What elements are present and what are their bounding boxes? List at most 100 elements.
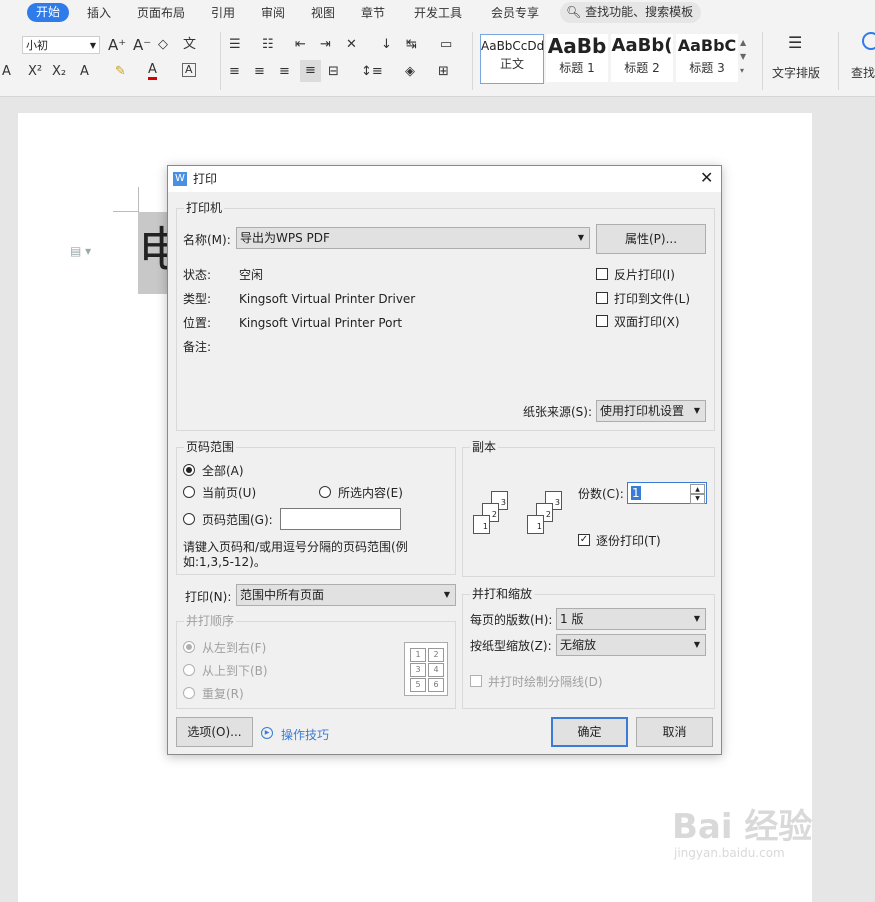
style-preview: AaBbCcDd [481, 39, 543, 53]
reverse-print-label[interactable]: 反片打印(I) [614, 268, 675, 282]
page-range-current-label[interactable]: 当前页(U) [202, 486, 256, 500]
page-corner-mark [138, 187, 139, 211]
print-to-file-checkbox[interactable] [596, 292, 608, 304]
align-right-icon[interactable]: ≡ [279, 63, 290, 81]
paragraph-handle-icon[interactable]: ▤ ▾ [70, 244, 91, 258]
chinese-layout-icon[interactable]: ✕ [346, 36, 357, 54]
text-layout-button[interactable]: 文字排版 [772, 64, 820, 82]
numbered-list-icon[interactable]: ☷ [262, 36, 274, 54]
tab-member[interactable]: 会员专享 [491, 4, 539, 22]
highlight-icon[interactable]: ✎ [115, 63, 126, 81]
tab-insert[interactable]: 插入 [87, 4, 111, 22]
page-range-all-label[interactable]: 全部(A) [202, 464, 244, 478]
paper-source-label: 纸张来源(S): [523, 405, 593, 419]
paper-source-select[interactable]: 使用打印机设置 ▼ [596, 400, 706, 422]
font-color-icon[interactable]: A [148, 63, 157, 80]
borders-icon[interactable]: ⊞ [438, 63, 449, 81]
print-what-select[interactable]: 范围中所有页面 ▼ [236, 584, 456, 606]
scale-value: 无缩放 [560, 638, 597, 652]
spin-down-icon[interactable]: ▼ [690, 493, 705, 504]
style-heading-2[interactable]: AaBb( 标题 2 [611, 34, 673, 82]
ok-button[interactable]: 确定 [551, 717, 628, 747]
order-repeat-radio[interactable] [183, 687, 195, 699]
close-icon[interactable]: ✕ [700, 169, 713, 187]
phonetic-icon[interactable]: 文 [183, 36, 196, 54]
function-search[interactable]: 🔍︎ 查找功能、搜索模板 [560, 2, 702, 23]
clear-format-icon[interactable]: ◇ [158, 36, 168, 54]
show-marks-icon[interactable]: ↹ [406, 36, 417, 54]
sort-icon[interactable]: ↓ [381, 36, 392, 54]
page-range-selection-label[interactable]: 所选内容(E) [338, 486, 403, 500]
options-button[interactable]: 选项(O)... [176, 717, 253, 747]
chevron-down-icon: ▼ [89, 41, 96, 50]
printer-properties-button[interactable]: 属性(P)... [596, 224, 706, 254]
page-range-current-radio[interactable] [183, 486, 195, 498]
text-outline-icon[interactable]: A [80, 63, 89, 81]
justify-icon[interactable]: ≡ [300, 60, 321, 82]
page-range-pages-radio[interactable] [183, 513, 195, 525]
tab-references[interactable]: 引用 [211, 4, 235, 22]
order-ttb-radio[interactable] [183, 664, 195, 676]
order-ltr-label[interactable]: 从左到右(F) [202, 641, 266, 655]
line-spacing-icon[interactable]: ↕≡ [361, 63, 383, 81]
tab-review[interactable]: 审阅 [261, 4, 285, 22]
duplex-label[interactable]: 双面打印(X) [614, 315, 680, 329]
collate-label[interactable]: 逐份打印(T) [596, 534, 661, 548]
order-ltr-radio[interactable] [183, 641, 195, 653]
printer-name-select[interactable]: 导出为WPS PDF ▼ [236, 227, 590, 249]
align-left-icon[interactable]: ≡ [229, 63, 240, 81]
superscript-icon[interactable]: X² [28, 63, 42, 81]
print-to-file-label[interactable]: 打印到文件(L) [614, 292, 690, 306]
bullet-list-icon[interactable]: ☰ [229, 36, 241, 54]
increase-indent-icon[interactable]: ⇥ [320, 36, 331, 54]
shading-icon[interactable]: ◈ [405, 63, 415, 81]
tab-page-layout[interactable]: 页面布局 [137, 4, 185, 22]
shrink-font-icon[interactable]: A⁻ [133, 36, 151, 54]
collate-checkbox[interactable]: ✓ [578, 534, 590, 546]
table-tools-icon[interactable]: ▭ [440, 36, 452, 54]
tips-link[interactable]: 操作技巧 [281, 728, 329, 742]
align-center-icon[interactable]: ≡ [254, 63, 265, 81]
style-normal[interactable]: AaBbCcDd 正文 [480, 34, 544, 84]
text-effect-icon[interactable]: A [2, 63, 11, 81]
style-scroll-icon[interactable]: ▲ ▼ ▾ [740, 36, 746, 78]
type-value: Kingsoft Virtual Printer Driver [239, 292, 416, 306]
font-size-value: 小初 [26, 39, 48, 52]
tab-home[interactable]: 开始 [27, 3, 70, 22]
chevron-down-icon: ▼ [693, 406, 700, 415]
draw-borders-label[interactable]: 并打时绘制分隔线(D) [488, 675, 603, 689]
scale-select[interactable]: 无缩放 ▼ [556, 634, 706, 656]
baidu-watermark: Bai 经验 jingyan.baidu.com [672, 808, 812, 860]
comment-label: 备注: [183, 340, 212, 354]
watermark-logo-text: Bai 经验 [672, 807, 813, 847]
font-size-select[interactable]: 小初 ▼ [22, 36, 100, 54]
tab-developer[interactable]: 开发工具 [414, 4, 462, 22]
tab-view[interactable]: 视图 [311, 4, 335, 22]
order-ttb-label[interactable]: 从上到下(B) [202, 664, 268, 678]
reverse-print-checkbox[interactable] [596, 268, 608, 280]
duplex-checkbox[interactable] [596, 315, 608, 327]
draw-borders-checkbox[interactable] [470, 675, 482, 687]
page-range-all-radio[interactable] [183, 464, 195, 476]
page-range-input[interactable] [280, 508, 401, 530]
char-border-icon[interactable]: A [182, 63, 196, 77]
find-button[interactable]: 查找 [851, 64, 875, 82]
distribute-icon[interactable]: ⊟ [328, 63, 339, 81]
decrease-indent-icon[interactable]: ⇤ [295, 36, 306, 54]
grow-font-icon[interactable]: A⁺ [108, 36, 126, 54]
tab-chapter[interactable]: 章节 [361, 4, 385, 22]
page-range-pages-label[interactable]: 页码范围(G): [202, 513, 273, 527]
printer-name-label: 名称(M): [183, 233, 231, 247]
dialog-title: 打印 [193, 172, 218, 186]
order-repeat-label[interactable]: 重复(R) [202, 687, 244, 701]
page-range-selection-radio[interactable] [319, 486, 331, 498]
cancel-button[interactable]: 取消 [636, 717, 713, 747]
dialog-titlebar: W 打印 ✕ [168, 166, 721, 192]
copies-count-input[interactable]: 1 ▲ ▼ [627, 482, 707, 504]
style-heading-1[interactable]: AaBb 标题 1 [546, 34, 608, 82]
pages-per-sheet-select[interactable]: 1 版 ▼ [556, 608, 706, 630]
subscript-icon[interactable]: X₂ [52, 63, 66, 81]
style-heading-3[interactable]: AaBbC 标题 3 [676, 34, 738, 82]
status-label: 状态: [183, 268, 212, 282]
print-what-label: 打印(N): [185, 590, 232, 604]
